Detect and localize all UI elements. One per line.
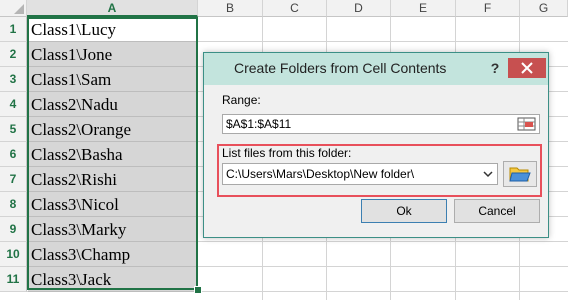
- row-header-7[interactable]: 7: [0, 167, 27, 192]
- column-header-c[interactable]: C: [263, 0, 327, 17]
- browse-folder-button[interactable]: [503, 161, 537, 187]
- dropdown-arrow-icon[interactable]: [479, 164, 497, 184]
- row-header-6[interactable]: 6: [0, 142, 27, 167]
- row-header-8[interactable]: 8: [0, 192, 27, 217]
- cell-a7[interactable]: Class2\Rishi: [28, 167, 198, 192]
- range-label: Range:: [222, 93, 261, 107]
- row-header-4[interactable]: 4: [0, 92, 27, 117]
- create-folders-dialog: Create Folders from Cell Contents ? Rang…: [203, 52, 549, 238]
- cancel-button[interactable]: Cancel: [454, 199, 540, 223]
- help-button[interactable]: ?: [485, 60, 505, 76]
- folder-path-select[interactable]: C:\Users\Mars\Desktop\New folder\: [222, 163, 498, 185]
- close-icon: [521, 62, 533, 74]
- column-header-g[interactable]: G: [520, 0, 568, 17]
- row-header-2[interactable]: 2: [0, 42, 27, 67]
- cell-a1[interactable]: Class1\Lucy: [28, 17, 198, 42]
- dialog-title-bar[interactable]: Create Folders from Cell Contents ?: [204, 53, 548, 85]
- range-select-icon[interactable]: [515, 115, 539, 133]
- cell-a11[interactable]: Class3\Jack: [28, 267, 198, 292]
- row-header-9[interactable]: 9: [0, 217, 27, 242]
- column-header-f[interactable]: F: [456, 0, 520, 17]
- row-header-10[interactable]: 10: [0, 242, 27, 267]
- cell-a10[interactable]: Class3\Champ: [28, 242, 198, 267]
- column-header-a[interactable]: A: [27, 0, 198, 17]
- folder-path-value: C:\Users\Mars\Desktop\New folder\: [226, 167, 415, 181]
- cell-a9[interactable]: Class3\Marky: [28, 217, 198, 242]
- column-header-b[interactable]: B: [198, 0, 263, 17]
- row-header-11[interactable]: 11: [0, 267, 27, 292]
- close-button[interactable]: [508, 58, 546, 78]
- cell-a6[interactable]: Class2\Basha: [28, 142, 198, 167]
- range-input[interactable]: $A$1:$A$11: [222, 114, 540, 134]
- row-header-3[interactable]: 3: [0, 67, 27, 92]
- select-all-corner[interactable]: [0, 0, 27, 17]
- column-header-d[interactable]: D: [327, 0, 391, 17]
- row-header-1[interactable]: 1: [0, 17, 27, 42]
- row-header-5[interactable]: 5: [0, 117, 27, 142]
- dialog-title: Create Folders from Cell Contents: [234, 60, 447, 76]
- folder-label: List files from this folder:: [222, 146, 352, 160]
- folder-icon: [509, 167, 531, 182]
- column-header-e[interactable]: E: [391, 0, 456, 17]
- ok-button[interactable]: Ok: [361, 199, 447, 223]
- cell-a3[interactable]: Class1\Sam: [28, 67, 198, 92]
- cell-a5[interactable]: Class2\Orange: [28, 117, 198, 142]
- cell-a2[interactable]: Class1\Jone: [28, 42, 198, 67]
- cell-a8[interactable]: Class3\Nicol: [28, 192, 198, 217]
- fill-handle[interactable]: [194, 286, 202, 294]
- cell-a4[interactable]: Class2\Nadu: [28, 92, 198, 117]
